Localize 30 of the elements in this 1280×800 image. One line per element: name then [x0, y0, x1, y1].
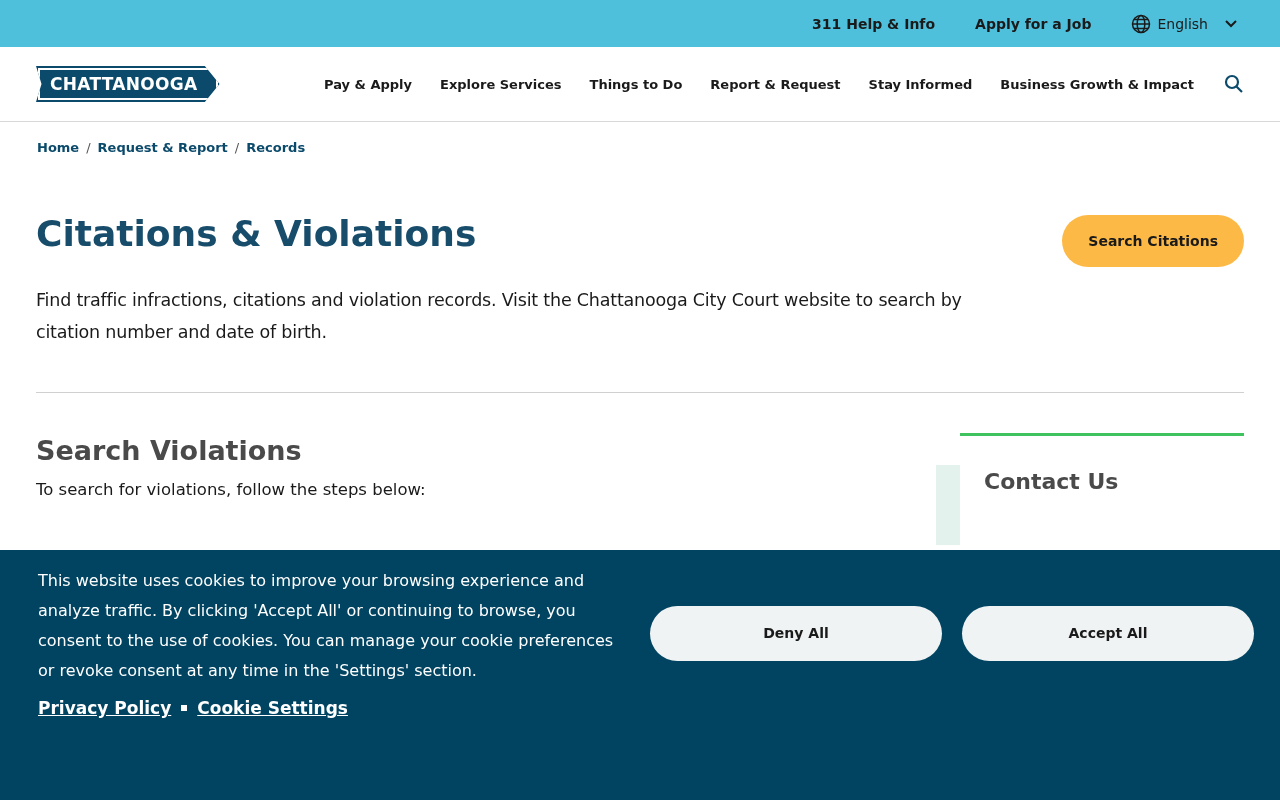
breadcrumb-separator: / — [234, 140, 240, 155]
section-title: Search Violations — [36, 435, 303, 466]
page-title: Citations & Violations — [36, 213, 478, 254]
nav-link[interactable]: Things to Do — [589, 76, 683, 92]
logo[interactable]: CHATTANOOGA — [36, 66, 220, 102]
cookie-link[interactable]: Privacy Policy — [38, 698, 172, 718]
nav-link[interactable]: Stay Informed — [868, 76, 973, 92]
link-separator — [181, 705, 188, 711]
breadcrumb-link[interactable]: Records — [246, 140, 306, 155]
section-lead: To search for violations, follow the steps below: — [36, 480, 426, 499]
breadcrumb-link[interactable]: Request & Report — [97, 140, 228, 155]
breadcrumb-link[interactable]: Home — [37, 140, 80, 155]
language-selector[interactable]: English — [1131, 13, 1238, 34]
nav-link[interactable]: Explore Services — [440, 76, 562, 92]
intro-text: Find traffic infractions, citations and violation records. Visit the Chattanooga City Court website to search by citation number and date of birth. — [36, 289, 963, 344]
sidebar-title: Contact Us — [984, 469, 1119, 496]
nav-link[interactable]: Report & Request — [710, 76, 841, 92]
nav-link[interactable]: Pay & Apply — [324, 76, 413, 92]
nav-link[interactable]: Business Growth & Impact — [1000, 76, 1194, 92]
cookie-button[interactable]: Deny All — [650, 605, 942, 661]
utility-link[interactable]: 311 Help & Info — [812, 15, 936, 32]
utility-link[interactable]: Apply for a Job — [975, 15, 1092, 32]
search-button[interactable] — [1224, 74, 1244, 94]
cookie-link[interactable]: Cookie Settings — [197, 698, 348, 718]
chevron-down-icon — [1224, 18, 1238, 29]
globe-icon — [1131, 13, 1152, 34]
cookie-message: This website uses cookies to improve your browsing experience and analyze traffic. By clicking 'Accept All' or continuing to browse, you consent to the use of cookies. You can manage your cookie preferences or revoke consent at any time in the 'Settings' section. — [38, 570, 615, 682]
search-citations-button[interactable]: Search Citations — [1062, 215, 1244, 267]
breadcrumb-separator: / — [86, 140, 91, 155]
cookie-button[interactable]: Accept All — [962, 605, 1254, 661]
